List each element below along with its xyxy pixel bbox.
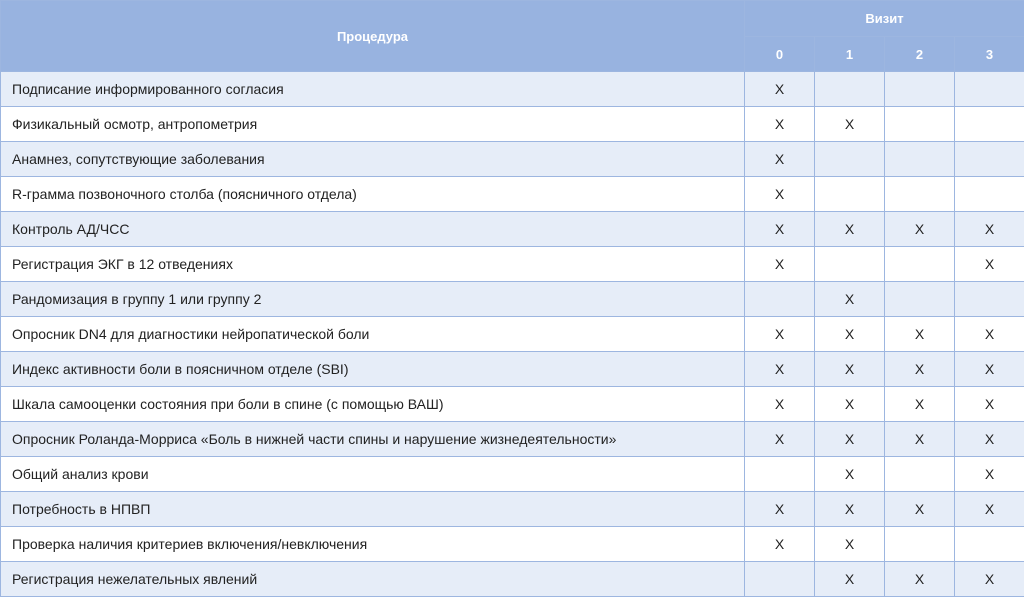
visit-mark-cell (953, 176, 1024, 212)
table-row: Проверка наличия критериев включения/нев… (0, 526, 1024, 562)
visit-mark-cell (884, 71, 955, 107)
visit-mark-cell: X (953, 211, 1024, 247)
visit-mark-cell (884, 281, 955, 317)
table-body: Подписание информированного согласия X Физ… (0, 71, 1024, 597)
visit-mark-cell: X (814, 526, 885, 562)
visit-mark-cell: X (744, 176, 815, 212)
procedure-cell: Анамнез, сопутствующие заболевания (0, 141, 745, 177)
visit-mark-cell: X (744, 421, 815, 457)
table-row: Общий анализ крови X X (0, 456, 1024, 492)
visit-mark-cell (814, 71, 885, 107)
table-row: Опросник Роланда-Морриса «Боль в нижней … (0, 421, 1024, 457)
visit-mark-cell (953, 281, 1024, 317)
visit-mark-cell: X (884, 421, 955, 457)
visit-mark-cell (884, 246, 955, 282)
visit-mark-cell: X (744, 71, 815, 107)
table-row: Физикальный осмотр, антропометрия X X (0, 106, 1024, 142)
procedure-cell: Регистрация нежелательных явлений (0, 561, 745, 597)
visit-mark-cell: X (744, 211, 815, 247)
table-row: Шкала самооценки состояния при боли в сп… (0, 386, 1024, 422)
visit-mark-cell: X (814, 351, 885, 387)
visit-mark-cell: X (814, 456, 885, 492)
visit-mark-cell: X (953, 246, 1024, 282)
visit-mark-cell (953, 106, 1024, 142)
table-row: Анамнез, сопутствующие заболевания X (0, 141, 1024, 177)
table-row: Подписание информированного согласия X (0, 71, 1024, 107)
procedure-cell: Индекс активности боли в поясничном отде… (0, 351, 745, 387)
visit-mark-cell: X (814, 421, 885, 457)
procedure-column-header: Процедура (0, 0, 745, 72)
visit-mark-cell: X (953, 561, 1024, 597)
visit-mark-cell (884, 526, 955, 562)
visit-mark-cell: X (814, 561, 885, 597)
visit-mark-cell: X (814, 106, 885, 142)
visit-mark-cell: X (884, 386, 955, 422)
visit-mark-cell: X (814, 491, 885, 527)
table-row: Регистрация ЭКГ в 12 отведениях X X (0, 246, 1024, 282)
visit-mark-cell (744, 561, 815, 597)
visit-mark-cell: X (884, 316, 955, 352)
visit-mark-cell: X (744, 141, 815, 177)
visit-mark-cell (884, 176, 955, 212)
table-row: Регистрация нежелательных явлений X X X (0, 561, 1024, 597)
table-header-row: Процедура Визит (0, 0, 1024, 72)
visit-mark-cell (884, 456, 955, 492)
procedure-cell: Потребность в НПВП (0, 491, 745, 527)
visit-mark-cell: X (744, 246, 815, 282)
procedure-visit-table: Процедура Визит 0 1 2 3 Подписание инфор… (0, 0, 1024, 597)
visit-mark-cell: X (744, 106, 815, 142)
visit-mark-cell: X (953, 421, 1024, 457)
visit-number-header: 2 (884, 36, 955, 72)
visit-mark-cell: X (744, 526, 815, 562)
visit-mark-cell: X (814, 281, 885, 317)
table-row: Индекс активности боли в поясничном отде… (0, 351, 1024, 387)
visit-mark-cell (953, 141, 1024, 177)
visit-mark-cell: X (814, 386, 885, 422)
procedure-cell: Опросник Роланда-Морриса «Боль в нижней … (0, 421, 745, 457)
visit-mark-cell (814, 141, 885, 177)
visit-number-header: 3 (953, 36, 1024, 72)
table-row: Опросник DN4 для диагностики нейропатиче… (0, 316, 1024, 352)
procedure-cell: R-грамма позвоночного столба (поясничног… (0, 176, 745, 212)
visit-mark-cell: X (744, 491, 815, 527)
visit-mark-cell (744, 456, 815, 492)
visit-number-header: 1 (814, 36, 885, 72)
procedure-cell: Физикальный осмотр, антропометрия (0, 106, 745, 142)
visit-mark-cell (814, 176, 885, 212)
table-row: Контроль АД/ЧСС X X X X (0, 211, 1024, 247)
procedure-cell: Рандомизация в группу 1 или группу 2 (0, 281, 745, 317)
table-row: R-грамма позвоночного столба (поясничног… (0, 176, 1024, 212)
visit-number-header: 0 (744, 36, 815, 72)
table-row: Рандомизация в группу 1 или группу 2 X (0, 281, 1024, 317)
visit-mark-cell: X (744, 316, 815, 352)
visit-mark-cell: X (884, 561, 955, 597)
visit-mark-cell (884, 141, 955, 177)
visit-mark-cell: X (884, 211, 955, 247)
visit-mark-cell: X (814, 316, 885, 352)
visit-mark-cell (744, 281, 815, 317)
procedure-cell: Общий анализ крови (0, 456, 745, 492)
visit-mark-cell (884, 106, 955, 142)
visit-column-header: Визит (743, 0, 1024, 37)
visit-mark-cell: X (953, 351, 1024, 387)
visit-mark-cell: X (953, 386, 1024, 422)
visit-mark-cell: X (953, 456, 1024, 492)
visit-mark-cell: X (953, 491, 1024, 527)
table-row: Потребность в НПВП X X X X (0, 491, 1024, 527)
procedure-cell: Регистрация ЭКГ в 12 отведениях (0, 246, 745, 282)
visit-mark-cell: X (814, 211, 885, 247)
procedure-cell: Проверка наличия критериев включения/нев… (0, 526, 745, 562)
visit-mark-cell (953, 526, 1024, 562)
procedure-cell: Контроль АД/ЧСС (0, 211, 745, 247)
visit-mark-cell (814, 246, 885, 282)
visit-mark-cell: X (953, 316, 1024, 352)
visit-mark-cell: X (884, 351, 955, 387)
visit-mark-cell (953, 71, 1024, 107)
procedure-cell: Шкала самооценки состояния при боли в сп… (0, 386, 745, 422)
procedure-cell: Подписание информированного согласия (0, 71, 745, 107)
procedure-cell: Опросник DN4 для диагностики нейропатиче… (0, 316, 745, 352)
visit-mark-cell: X (744, 351, 815, 387)
visit-mark-cell: X (744, 386, 815, 422)
visit-mark-cell: X (884, 491, 955, 527)
